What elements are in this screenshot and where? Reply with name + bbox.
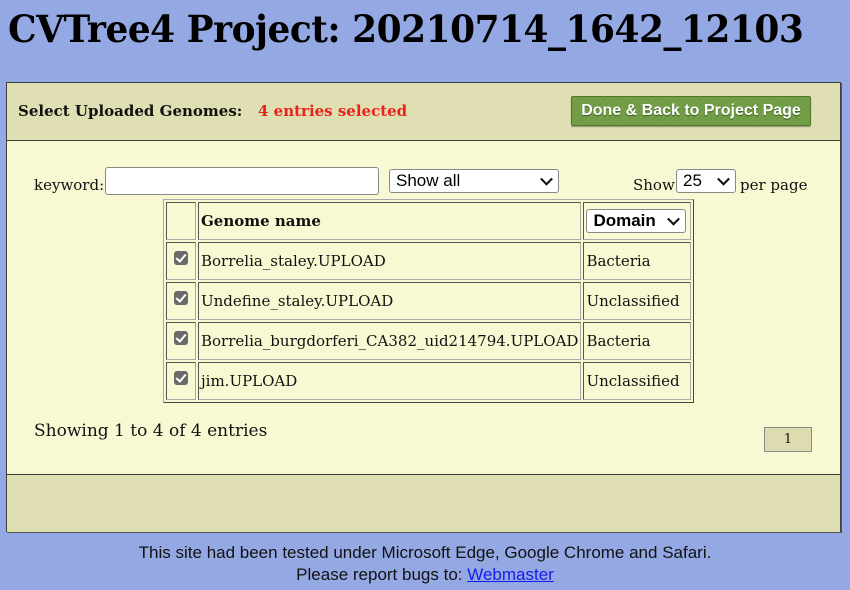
- genomes-table: Genome name Domain Borrelia_staley.UPLOA…: [163, 199, 695, 403]
- panel-body: keyword: Show all Show 25 per page Genom…: [7, 141, 840, 474]
- select-genomes-label: Select Uploaded Genomes:: [18, 102, 243, 120]
- check-column-header: [166, 202, 196, 240]
- domain-filter-select[interactable]: Domain: [586, 209, 687, 233]
- browser-tested-note: This site had been tested under Microsof…: [138, 543, 712, 562]
- showing-entries-text: Showing 1 to 4 of 4 entries: [34, 421, 268, 441]
- per-page-label: per page: [740, 176, 808, 194]
- row-checkbox[interactable]: [174, 251, 188, 265]
- keyword-input[interactable]: [105, 167, 379, 195]
- chevron-down-icon: [717, 172, 730, 186]
- genome-domain: Bacteria: [583, 322, 692, 360]
- per-page-selected-value: 25: [683, 171, 702, 190]
- panel-header: Select Uploaded Genomes: 4 entries selec…: [7, 83, 840, 141]
- row-checkbox[interactable]: [174, 331, 188, 345]
- row-checkbox[interactable]: [174, 371, 188, 385]
- webmaster-link[interactable]: Webmaster: [467, 565, 554, 584]
- page-1-button[interactable]: 1: [764, 427, 812, 452]
- genome-domain: Unclassified: [583, 282, 692, 320]
- show-label: Show: [633, 176, 675, 194]
- report-bugs-line: Please report bugs to: Webmaster: [0, 564, 850, 586]
- row-checkbox-cell: [166, 362, 196, 400]
- report-bugs-label: Please report bugs to:: [296, 565, 468, 584]
- domain-column-header: Domain: [583, 202, 692, 240]
- genome-name: Borrelia_staley.UPLOAD: [198, 242, 582, 280]
- table-row: jim.UPLOAD Unclassified: [166, 362, 692, 400]
- site-footer: This site had been tested under Microsof…: [0, 542, 850, 586]
- panel-footer: [7, 474, 840, 532]
- genome-name: Borrelia_burgdorferi_CA382_uid214794.UPL…: [198, 322, 582, 360]
- row-checkbox-cell: [166, 242, 196, 280]
- show-filter-selected-value: Show all: [396, 171, 461, 190]
- genome-name-header: Genome name: [198, 202, 582, 240]
- genome-name: jim.UPLOAD: [198, 362, 582, 400]
- domain-selected-value: Domain: [593, 211, 656, 230]
- show-filter-select[interactable]: Show all: [389, 169, 559, 193]
- genome-name: Undefine_staley.UPLOAD: [198, 282, 582, 320]
- row-checkbox-cell: [166, 282, 196, 320]
- keyword-label: keyword:: [34, 176, 105, 194]
- done-back-button[interactable]: Done & Back to Project Page: [571, 96, 811, 126]
- table-row: Borrelia_burgdorferi_CA382_uid214794.UPL…: [166, 322, 692, 360]
- selected-count: 4 entries selected: [258, 102, 408, 120]
- table-row: Undefine_staley.UPLOAD Unclassified: [166, 282, 692, 320]
- genome-selection-panel: Select Uploaded Genomes: 4 entries selec…: [6, 82, 841, 532]
- chevron-down-icon: [540, 172, 553, 186]
- row-checkbox-cell: [166, 322, 196, 360]
- page-title: CVTree4 Project: 20210714_1642_12103: [8, 7, 804, 51]
- genome-domain: Bacteria: [583, 242, 692, 280]
- genome-domain: Unclassified: [583, 362, 692, 400]
- row-checkbox[interactable]: [174, 291, 188, 305]
- per-page-select[interactable]: 25: [676, 169, 736, 193]
- table-header-row: Genome name Domain: [166, 202, 692, 240]
- table-row: Borrelia_staley.UPLOAD Bacteria: [166, 242, 692, 280]
- chevron-down-icon: [667, 212, 681, 226]
